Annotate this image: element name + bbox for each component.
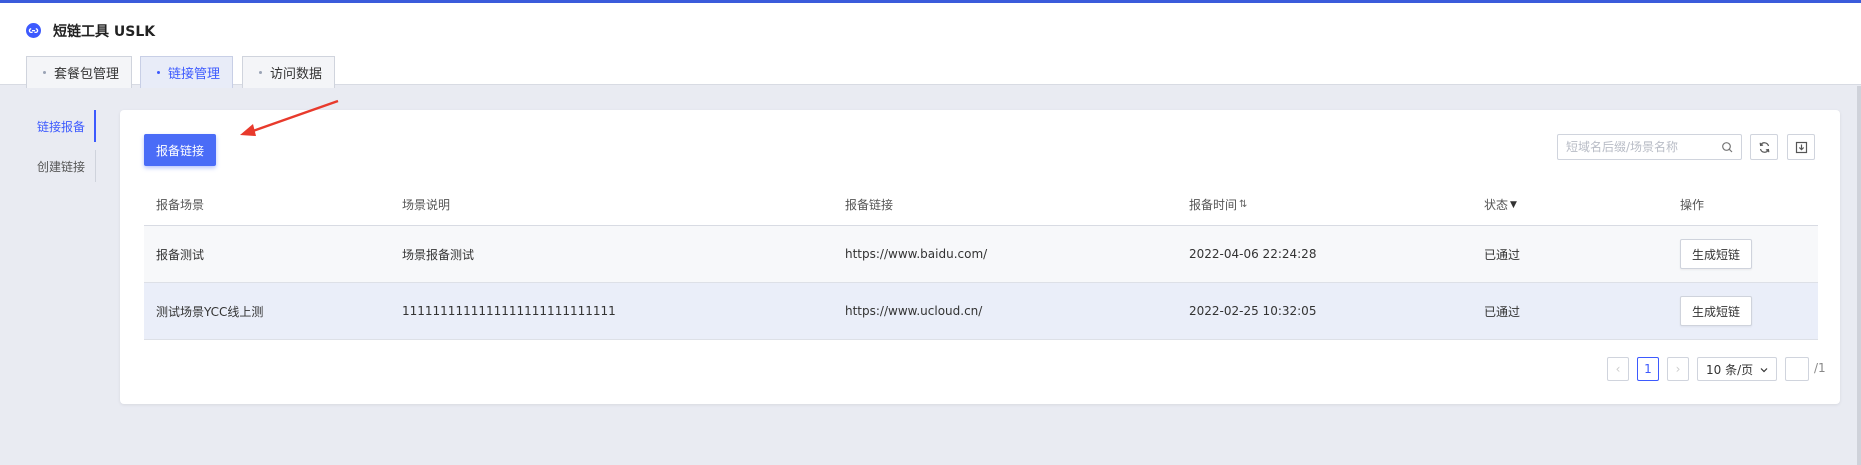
- cell-description: 1111111111111111111111111111: [402, 304, 616, 318]
- refresh-button[interactable]: [1750, 134, 1778, 160]
- search-box[interactable]: [1557, 134, 1742, 160]
- tab-dot: [157, 71, 160, 74]
- download-icon: [1795, 141, 1807, 153]
- refresh-icon: [1759, 141, 1769, 153]
- tab-access-data[interactable]: 访问数据: [242, 56, 335, 88]
- link-logo-icon: [26, 23, 41, 38]
- download-button[interactable]: [1787, 134, 1815, 160]
- table-row: 报备测试 场景报备测试 https://www.baidu.com/ 2022-…: [144, 226, 1818, 283]
- tab-dot: [43, 71, 46, 74]
- tab-package-management[interactable]: 套餐包管理: [26, 56, 132, 88]
- total-pages: /1: [1814, 361, 1826, 375]
- header-status[interactable]: 状态 ▼: [1484, 184, 1517, 225]
- chevron-down-icon: [1760, 368, 1768, 373]
- tab-label: 访问数据: [270, 67, 323, 82]
- header-url: 报备链接: [845, 198, 894, 212]
- next-page-button[interactable]: ›: [1667, 357, 1689, 381]
- cell-time: 2022-02-25 10:32:05: [1189, 304, 1317, 318]
- cell-actions: 生成短链: [1680, 226, 1752, 282]
- app-header: 短链工具 USLK 套餐包管理 链接管理 访问数据: [0, 3, 1861, 88]
- annotation-arrow: [240, 99, 339, 136]
- main-card: 报备链接 报备场景 场景说明 报备链接 报备时间 ⇅: [120, 110, 1840, 404]
- table-row: 测试场景YCC线上测 1111111111111111111111111111 …: [144, 283, 1818, 340]
- page-scrollbar[interactable]: [1857, 86, 1861, 465]
- header-time-label: 报备时间: [1189, 198, 1238, 212]
- app-title: 短链工具 USLK: [53, 24, 156, 40]
- jump-page-input[interactable]: [1785, 357, 1809, 381]
- tab-link-management[interactable]: 链接管理: [140, 56, 233, 88]
- header-time[interactable]: 报备时间 ⇅: [1189, 184, 1247, 225]
- cell-url: https://www.ucloud.cn/: [845, 304, 983, 318]
- header-status-label: 状态: [1484, 198, 1509, 212]
- header-actions: 操作: [1680, 198, 1705, 212]
- cell-status: 已通过: [1484, 247, 1521, 262]
- sidebar-item-link-register[interactable]: 链接报备: [26, 110, 96, 142]
- sidebar-item-label: 链接报备: [37, 119, 86, 134]
- table-header: 报备场景 场景说明 报备链接 报备时间 ⇅ 状态 ▼ 操作: [144, 184, 1818, 226]
- header-scene: 报备场景: [156, 198, 205, 212]
- page-size-select[interactable]: 10 条/页: [1697, 357, 1777, 381]
- sort-icon[interactable]: ⇅: [1239, 199, 1247, 210]
- register-link-button[interactable]: 报备链接: [144, 134, 216, 166]
- page-size-label: 10 条/页: [1706, 362, 1754, 377]
- sidebar-item-create-link[interactable]: 创建链接: [26, 150, 96, 182]
- tab-dot: [259, 71, 262, 74]
- cell-scene: 报备测试: [156, 247, 205, 262]
- generate-short-link-button[interactable]: 生成短链: [1680, 239, 1752, 269]
- prev-page-button[interactable]: ‹: [1607, 357, 1629, 381]
- cell-description: 场景报备测试: [402, 247, 475, 262]
- tab-label: 链接管理: [168, 67, 221, 82]
- page-number[interactable]: 1: [1637, 357, 1659, 381]
- header-description: 场景说明: [402, 198, 451, 212]
- search-input[interactable]: [1566, 139, 1716, 155]
- cell-time: 2022-04-06 22:24:28: [1189, 247, 1317, 261]
- cell-scene: 测试场景YCC线上测: [156, 304, 264, 319]
- sidebar-item-label: 创建链接: [37, 159, 86, 174]
- cell-status: 已通过: [1484, 304, 1521, 319]
- generate-short-link-button[interactable]: 生成短链: [1680, 296, 1752, 326]
- search-icon[interactable]: [1721, 141, 1734, 154]
- filter-icon[interactable]: ▼: [1510, 200, 1517, 210]
- tab-label: 套餐包管理: [54, 67, 120, 82]
- cell-actions: 生成短链: [1680, 283, 1752, 339]
- cell-url: https://www.baidu.com/: [845, 247, 988, 261]
